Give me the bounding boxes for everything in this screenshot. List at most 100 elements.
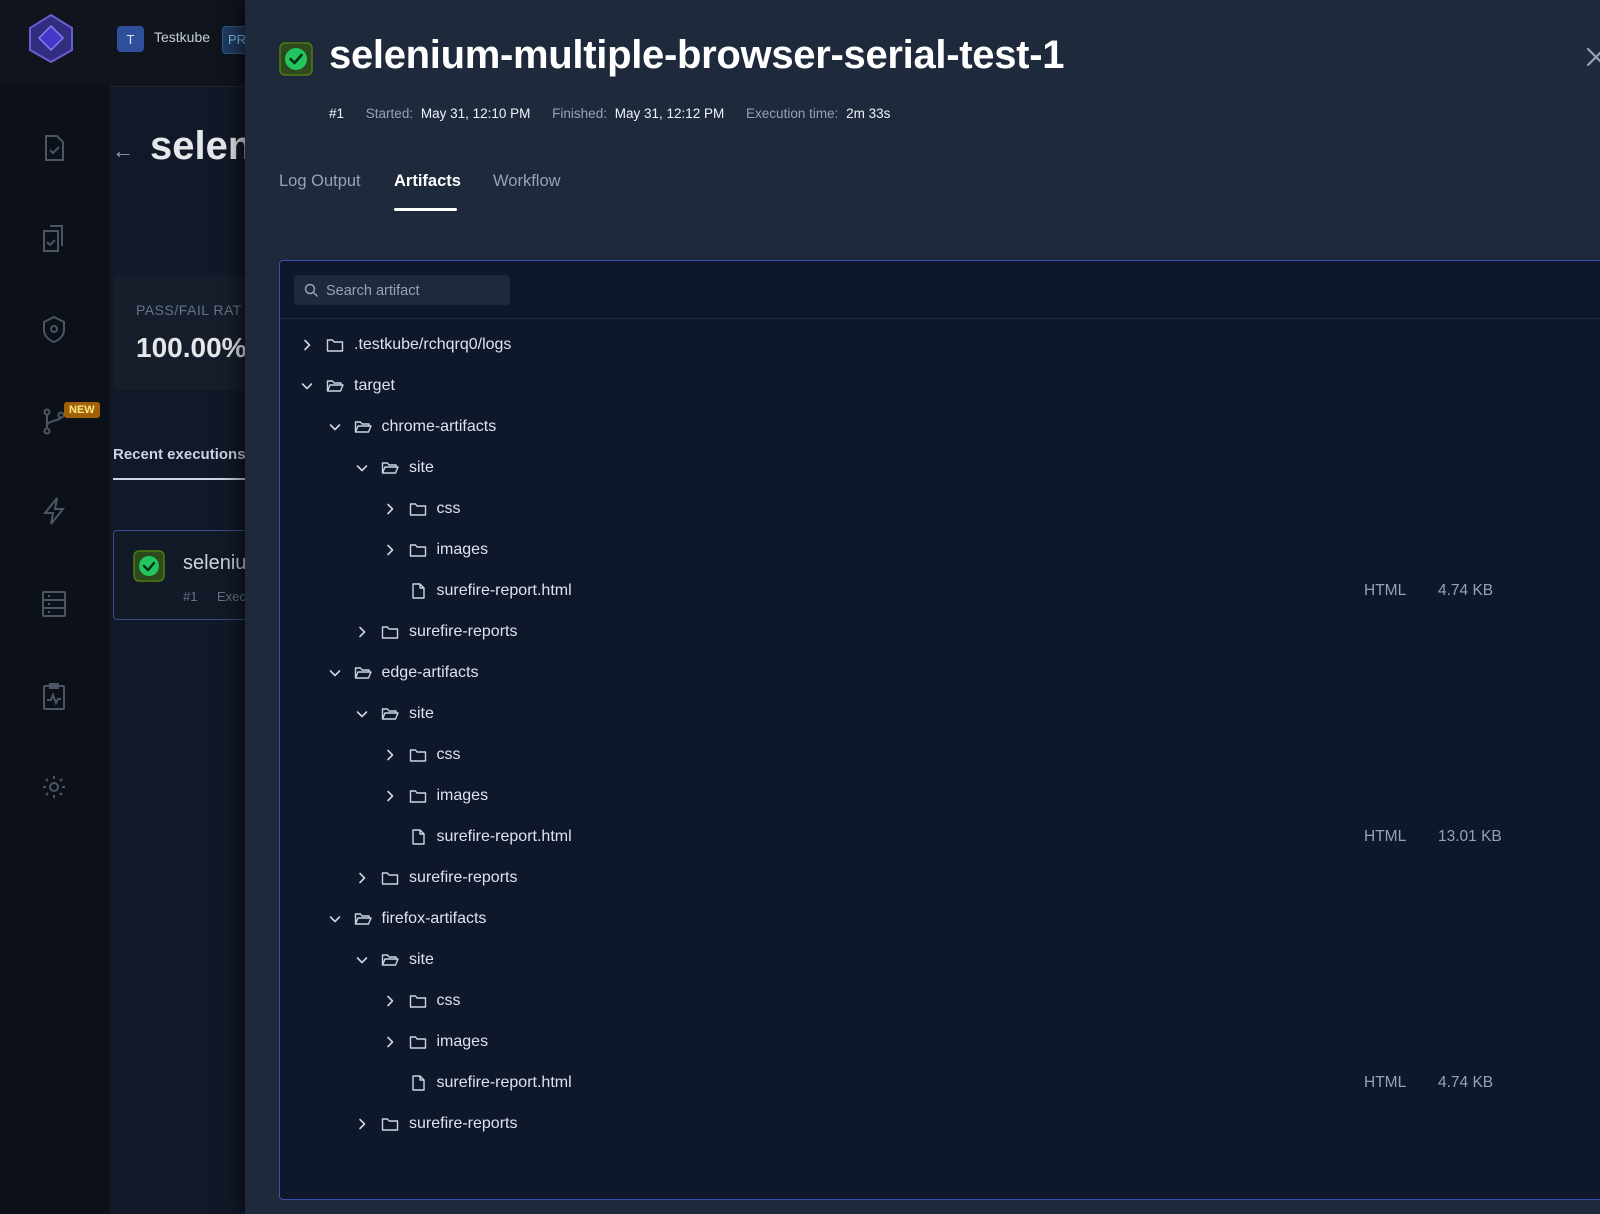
artifact-name: surefire-reports	[409, 1114, 518, 1132]
chevron-down-icon[interactable]	[328, 666, 342, 680]
finished-label: Finished:	[552, 106, 607, 121]
recent-executions-tab[interactable]: Recent executions	[113, 446, 246, 463]
artifact-folder-row[interactable]: firefox-artifacts	[280, 898, 1600, 939]
artifact-folder-row[interactable]: surefire-reports	[280, 1103, 1600, 1144]
artifact-name: edge-artifacts	[381, 663, 479, 681]
chevron-right-icon[interactable]	[383, 543, 397, 557]
org-avatar[interactable]: T	[117, 26, 144, 52]
artifact-name: chrome-artifacts	[381, 417, 497, 435]
artifact-name: images	[436, 786, 489, 804]
folder-open-icon	[326, 378, 344, 394]
chevron-right-icon[interactable]	[300, 338, 314, 352]
artifact-folder-row[interactable]: site	[280, 693, 1600, 734]
artifact-name: surefire-reports	[409, 622, 518, 640]
folder-icon	[409, 501, 427, 517]
tab-workflow[interactable]: Workflow	[493, 172, 561, 191]
tab-artifacts[interactable]: Artifacts	[394, 172, 461, 191]
artifact-file-row[interactable]: surefire-report.html HTML 4.74 KB	[280, 570, 1600, 611]
folder-open-icon	[381, 706, 399, 722]
tab-log-output[interactable]: Log Output	[279, 172, 361, 191]
artifact-type: HTML	[1364, 827, 1407, 845]
artifact-folder-row[interactable]: css	[280, 980, 1600, 1021]
artifact-folder-row[interactable]: images	[280, 775, 1600, 816]
artifact-folder-row[interactable]: surefire-reports	[280, 857, 1600, 898]
close-icon[interactable]	[1585, 46, 1600, 68]
artifact-file-row[interactable]: surefire-report.html HTML 13.01 KB	[280, 816, 1600, 857]
folder-icon	[409, 788, 427, 804]
artifact-name: site	[409, 704, 434, 722]
artifact-type: HTML	[1364, 581, 1407, 599]
org-name[interactable]: Testkube	[154, 29, 210, 45]
chevron-down-icon[interactable]	[355, 461, 369, 475]
status-pages-icon[interactable]	[40, 681, 68, 711]
artifact-name: .testkube/rchqrq0/logs	[354, 335, 512, 353]
chevron-down-icon[interactable]	[355, 953, 369, 967]
artifact-name: surefire-report.html	[436, 827, 572, 845]
top-bar: T Testkube PR	[0, 0, 253, 87]
artifact-folder-row[interactable]: css	[280, 734, 1600, 775]
chevron-right-icon[interactable]	[383, 502, 397, 516]
tests-icon[interactable]	[40, 133, 68, 163]
chevron-right-icon[interactable]	[383, 994, 397, 1008]
execution-title: selenium-multiple-browser-serial-test-1	[329, 33, 1065, 77]
folder-open-icon	[381, 460, 399, 476]
background-page-title: selen	[150, 124, 253, 168]
chevron-right-icon[interactable]	[383, 789, 397, 803]
artifact-folder-row[interactable]: site	[280, 939, 1600, 980]
artifact-name: css	[436, 499, 461, 517]
artifact-name: images	[436, 540, 489, 558]
artifact-name: site	[409, 458, 434, 476]
execution-time-label: Execution time:	[746, 106, 839, 121]
artifact-folder-row[interactable]: edge-artifacts	[280, 652, 1600, 693]
chevron-right-icon[interactable]	[355, 1117, 369, 1131]
artifact-size: 13.01 KB	[1438, 827, 1502, 845]
folder-icon	[409, 542, 427, 558]
folder-icon	[381, 1116, 399, 1132]
chevron-right-icon[interactable]	[383, 748, 397, 762]
recent-executions-underline	[113, 478, 248, 480]
artifact-folder-row[interactable]: .testkube/rchqrq0/logs	[280, 324, 1600, 365]
chevron-down-icon[interactable]	[328, 420, 342, 434]
chevron-down-icon[interactable]	[355, 707, 369, 721]
settings-icon[interactable]	[40, 772, 68, 802]
finished-value: May 31, 12:12 PM	[614, 106, 725, 121]
folder-icon	[326, 337, 344, 353]
artifact-search-input[interactable]	[324, 275, 508, 307]
artifact-search-box[interactable]	[294, 275, 510, 307]
file-icon	[409, 1074, 427, 1091]
artifact-folder-row[interactable]: site	[280, 447, 1600, 488]
folder-open-icon	[354, 911, 372, 927]
artifact-file-row[interactable]: surefire-report.html HTML 4.74 KB	[280, 1062, 1600, 1103]
active-tab-underline	[394, 208, 457, 211]
search-icon	[304, 283, 318, 297]
execution-card-subtitle: Exec	[217, 589, 246, 604]
chevron-right-icon[interactable]	[355, 625, 369, 639]
triggers-icon[interactable]	[40, 496, 68, 526]
artifact-size: 4.74 KB	[1438, 1073, 1494, 1091]
execution-meta: #1 Started: May 31, 12:10 PM Finished: M…	[329, 106, 908, 121]
artifact-name: firefox-artifacts	[381, 909, 487, 927]
artifact-folder-row[interactable]: target	[280, 365, 1600, 406]
back-arrow-icon[interactable]: ←	[112, 138, 134, 164]
chevron-right-icon[interactable]	[355, 871, 369, 885]
artifact-folder-row[interactable]: images	[280, 1021, 1600, 1062]
chevron-down-icon[interactable]	[300, 379, 314, 393]
artifact-folder-row[interactable]: css	[280, 488, 1600, 529]
chevron-right-icon[interactable]	[383, 1035, 397, 1049]
sidebar	[0, 86, 110, 1214]
artifact-name: surefire-report.html	[436, 581, 572, 599]
artifact-name: css	[436, 745, 461, 763]
started-label: Started:	[365, 106, 414, 121]
executors-icon[interactable]	[40, 314, 68, 344]
artifact-folder-row[interactable]: chrome-artifacts	[280, 406, 1600, 447]
artifact-folder-row[interactable]: surefire-reports	[280, 611, 1600, 652]
testkube-logo-icon[interactable]	[26, 12, 76, 64]
artifact-name: surefire-report.html	[436, 1073, 572, 1091]
chevron-down-icon[interactable]	[328, 912, 342, 926]
passed-status-icon	[279, 42, 313, 76]
sources-icon[interactable]	[40, 589, 68, 619]
execution-details-drawer: selenium-multiple-browser-serial-test-1 …	[245, 0, 1600, 1214]
test-suites-icon[interactable]	[40, 223, 68, 253]
row-spacer	[383, 1076, 397, 1090]
artifact-folder-row[interactable]: images	[280, 529, 1600, 570]
